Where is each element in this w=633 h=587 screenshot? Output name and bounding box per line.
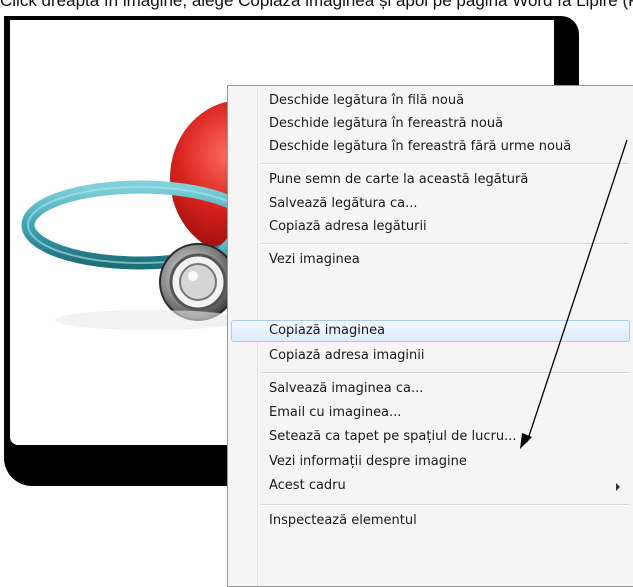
- menu-item-copy-image-address[interactable]: Copiază adresa imaginii: [263, 345, 431, 367]
- menu-item-open-link-new-window[interactable]: Deschide legătura în fereastră nouă: [263, 113, 509, 135]
- menu-item-bookmark-link[interactable]: Pune semn de carte la această legătură: [263, 169, 534, 191]
- menu-item-inspect-element[interactable]: Inspectează elementul: [263, 510, 423, 532]
- context-menu: Deschide legătura în filă nouă Deschide …: [227, 85, 633, 587]
- menu-item-copy-link-address[interactable]: Copiază adresa legăturii: [263, 216, 433, 238]
- menu-item-save-image-as[interactable]: Salvează imaginea ca...: [263, 378, 429, 400]
- menu-item-open-link-new-tab[interactable]: Deschide legătura în filă nouă: [263, 90, 470, 112]
- menu-separator: [261, 163, 629, 165]
- menu-item-copy-image[interactable]: Copiază imaginea: [231, 320, 630, 342]
- menu-item-save-link-as[interactable]: Salvează legătura ca...: [263, 193, 424, 215]
- menu-item-this-frame[interactable]: Acest cadru: [263, 475, 352, 497]
- menu-item-email-image[interactable]: Email cu imaginea...: [263, 402, 407, 424]
- submenu-arrow-icon: [616, 483, 620, 491]
- menu-separator: [261, 504, 629, 506]
- menu-item-view-image-info[interactable]: Vezi informații despre imagine: [263, 451, 473, 473]
- menu-item-open-link-incognito[interactable]: Deschide legătura în fereastră fără urme…: [263, 136, 577, 158]
- menu-separator: [261, 243, 629, 245]
- menu-item-set-as-desktop-background[interactable]: Setează ca tapet pe spațiul de lucru...: [263, 426, 522, 448]
- menu-separator: [261, 372, 629, 374]
- instruction-text: Click dreapta în imagine, alege Copiază …: [0, 0, 633, 10]
- menu-item-view-image[interactable]: Vezi imaginea: [263, 249, 366, 271]
